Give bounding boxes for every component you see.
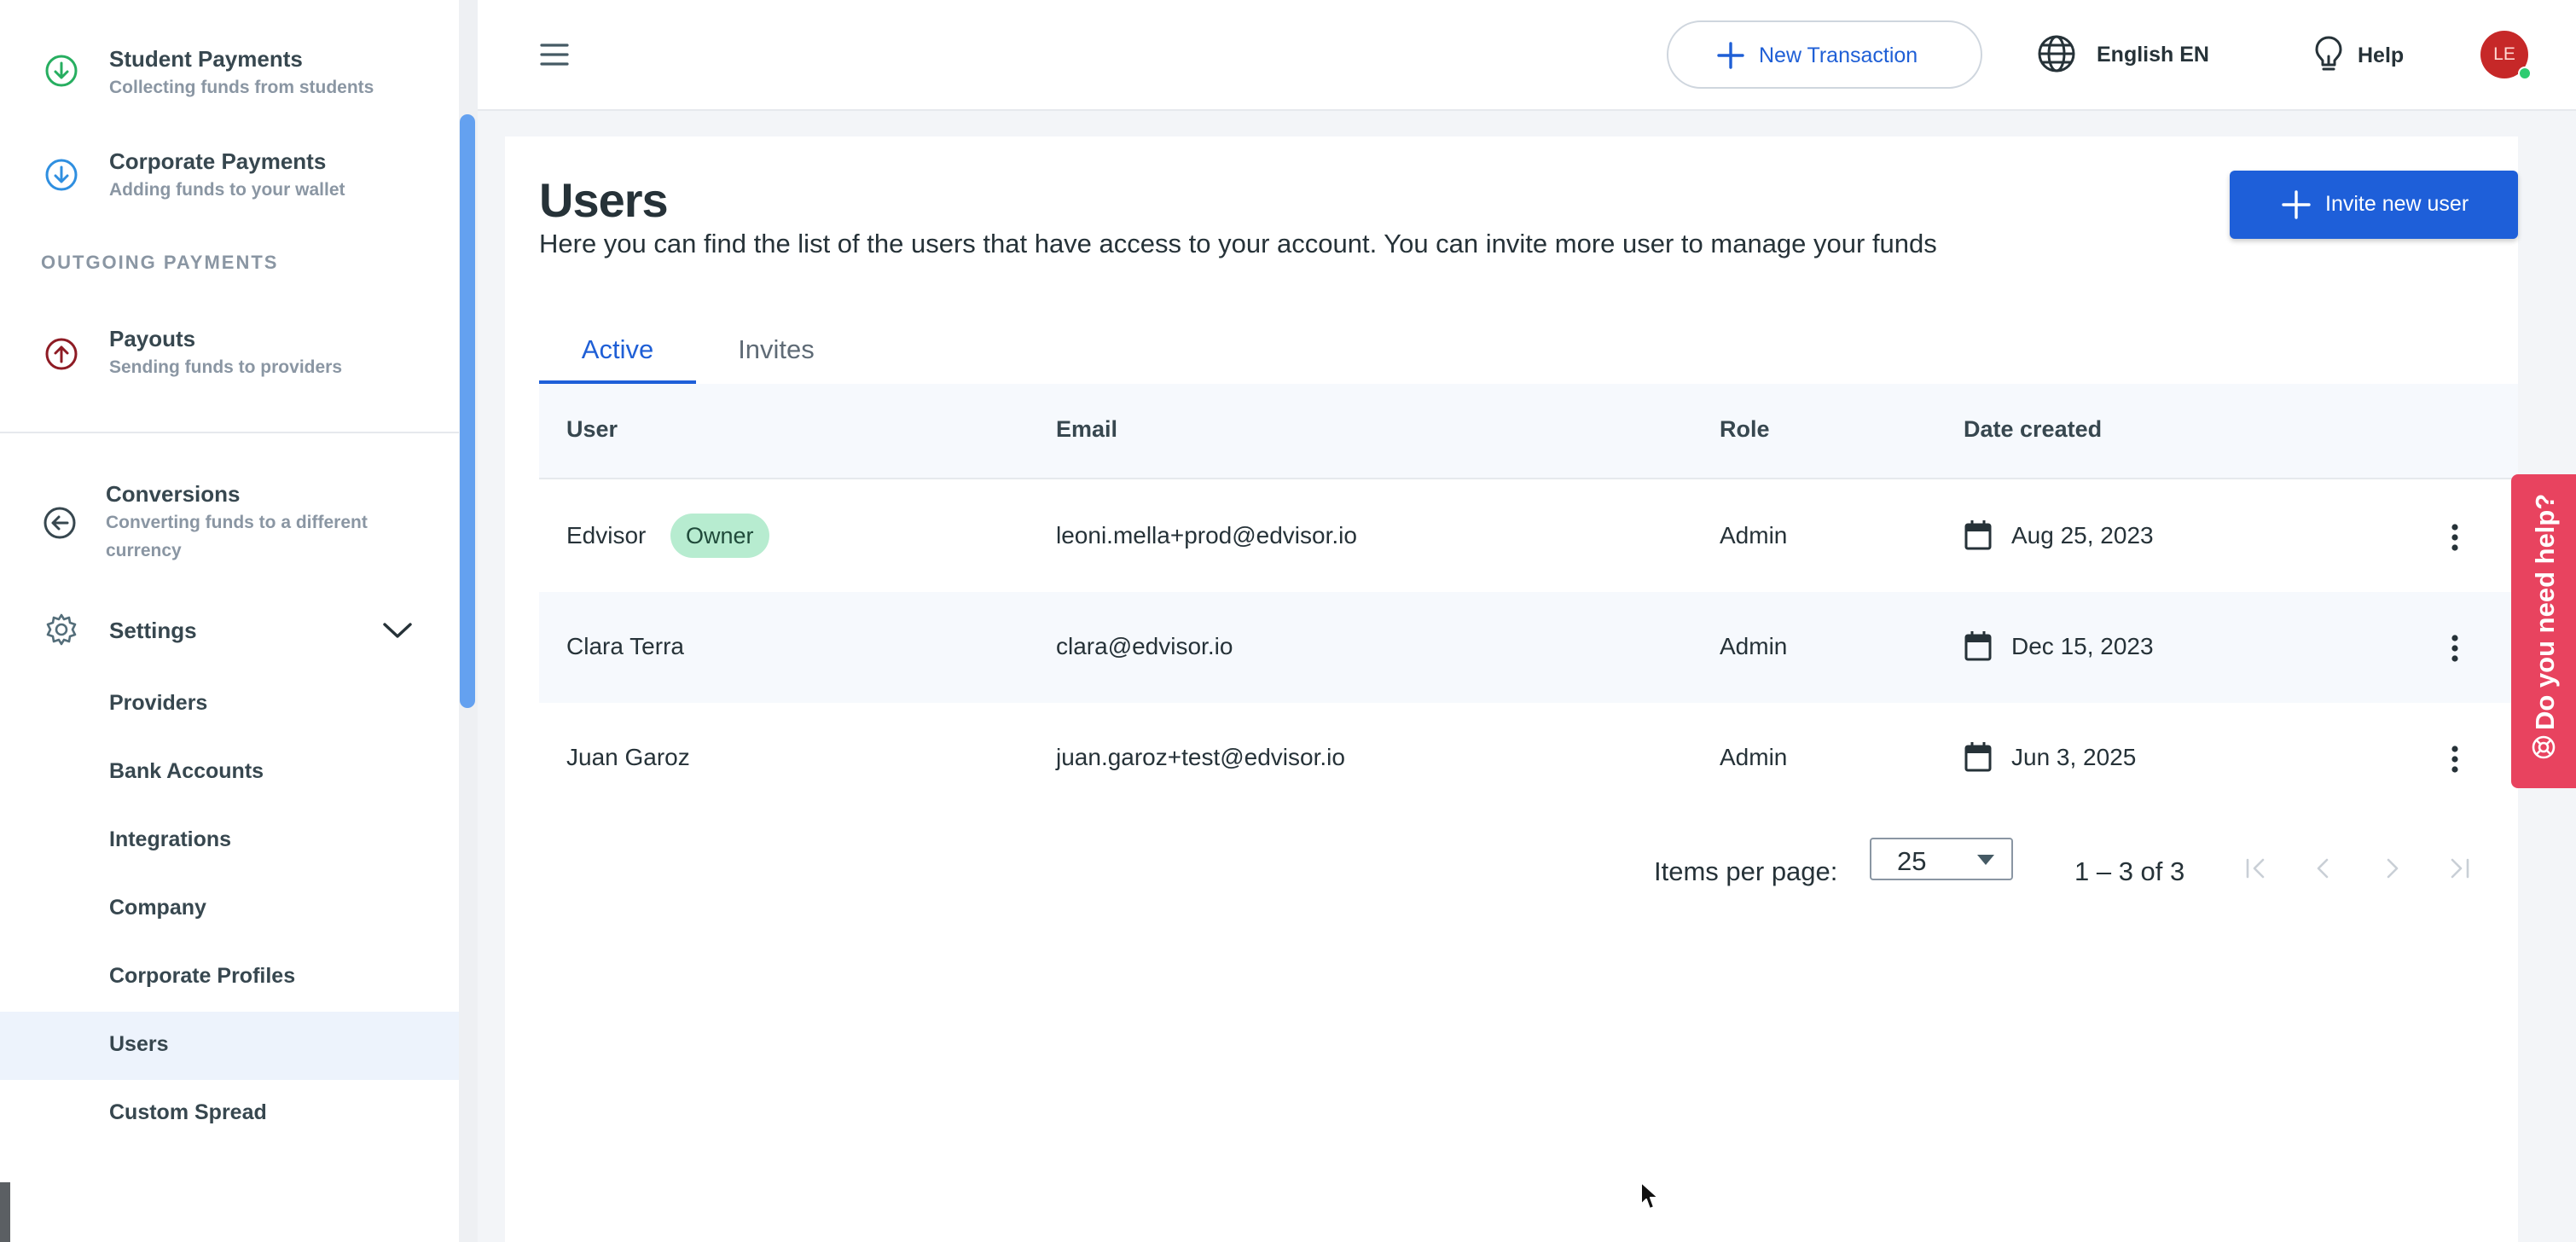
sidebar-item-payouts[interactable]: Payouts Sending funds to providers	[0, 317, 459, 394]
sidebar-item-conversions[interactable]: Conversions Converting funds to a differ…	[0, 478, 459, 572]
user-name: Edvisor	[566, 522, 647, 548]
sidebar-item-label: Integrations	[109, 827, 232, 851]
table-header: User Email Role Date created	[539, 384, 2518, 479]
user-role: Admin	[1720, 633, 1788, 659]
help-widget-label: Do you need help?	[2530, 493, 2560, 730]
date-created: Aug 25, 2023	[2011, 522, 2154, 548]
sidebar-item-label: Users	[109, 1032, 169, 1056]
pagination-range: 1 – 3 of 3	[2074, 856, 2185, 886]
arrow-down-circle-icon	[45, 55, 78, 87]
items-per-page-select[interactable]: 25	[1870, 838, 2013, 880]
online-status-dot	[2518, 67, 2532, 80]
sidebar-item-title: Corporate Payments	[109, 148, 327, 174]
invite-new-user-label: Invite new user	[2325, 192, 2469, 216]
dropdown-caret-icon	[1977, 855, 1994, 865]
previous-page-icon[interactable]	[2308, 853, 2339, 884]
table-row[interactable]: Clara Terra clara@edvisor.io Admin Dec 1…	[539, 592, 2518, 703]
more-options-icon[interactable]	[2438, 742, 2472, 776]
sidebar-item-label: Custom Spread	[109, 1100, 267, 1124]
sidebar-item-corporate-profiles[interactable]: Corporate Profiles	[0, 943, 459, 1012]
sidebar-item-subtitle: Sending funds to providers	[109, 357, 343, 377]
user-email: leoni.mella+prod@edvisor.io	[1056, 522, 1357, 548]
table-row[interactable]: Edvisor Owner leoni.mella+prod@edvisor.i…	[539, 481, 2518, 592]
page-description: Here you can find the list of the users …	[539, 229, 1937, 258]
user-role: Admin	[1720, 744, 1788, 770]
language-label: English EN	[2097, 43, 2209, 67]
lightbulb-icon	[2315, 36, 2342, 71]
arrow-left-circle-icon	[44, 507, 76, 539]
sidebar-item-title: Payouts	[109, 326, 196, 351]
tab-active[interactable]: Active	[539, 316, 696, 384]
user-name: Clara Terra	[566, 633, 684, 659]
sidebar-item-corporate-payments[interactable]: Corporate Payments Adding funds to your …	[0, 138, 459, 215]
arrow-up-circle-icon	[45, 338, 78, 370]
tab-invites[interactable]: Invites	[696, 316, 856, 384]
sidebar-divider	[0, 432, 459, 433]
sidebar-scrollbar-thumb[interactable]	[460, 114, 475, 708]
sidebar-item-integrations[interactable]: Integrations	[0, 807, 459, 875]
mouse-cursor-icon	[1640, 1181, 1659, 1210]
sidebar-item-title: Settings	[109, 618, 197, 643]
items-per-page-value: 25	[1897, 846, 1927, 876]
invite-new-user-button[interactable]: Invite new user	[2230, 171, 2518, 239]
more-options-icon[interactable]	[2438, 520, 2472, 554]
plus-icon	[1717, 42, 1744, 69]
help-widget-tab[interactable]: Do you need help?	[2511, 474, 2576, 788]
sidebar-item-company[interactable]: Company	[0, 875, 459, 943]
section-label-outgoing-payments: OUTGOING PAYMENTS	[41, 252, 279, 273]
sidebar-item-subtitle: Converting funds to a different	[106, 513, 368, 532]
next-page-icon[interactable]	[2376, 853, 2407, 884]
sidebar-item-label: Bank Accounts	[109, 759, 264, 783]
calendar-icon	[1964, 520, 1992, 550]
user-role: Admin	[1720, 522, 1788, 548]
top-bar: New Transaction English EN Help LE	[478, 0, 2576, 111]
help-label: Help	[2358, 44, 2405, 67]
items-per-page-label: Items per page:	[1654, 856, 1838, 886]
date-created: Dec 15, 2023	[2011, 633, 2154, 659]
sidebar-item-label: Company	[109, 896, 206, 920]
user-name: Juan Garoz	[566, 744, 690, 770]
column-header-user[interactable]: User	[566, 416, 618, 443]
owner-badge: Owner	[670, 514, 769, 558]
sidebar-item-title: Student Payments	[109, 46, 303, 72]
sidebar-item-subtitle: Adding funds to your wallet	[109, 180, 345, 200]
first-page-icon[interactable]	[2240, 853, 2271, 884]
column-header-role[interactable]: Role	[1720, 416, 1770, 443]
date-created: Jun 3, 2025	[2011, 744, 2137, 770]
last-page-icon[interactable]	[2445, 853, 2475, 884]
plus-icon	[2282, 190, 2311, 219]
sidebar-item-label: Corporate Profiles	[109, 964, 296, 988]
user-email: juan.garoz+test@edvisor.io	[1056, 744, 1345, 770]
calendar-icon	[1964, 742, 1992, 772]
column-header-email[interactable]: Email	[1056, 416, 1117, 443]
table-row[interactable]: Juan Garoz juan.garoz+test@edvisor.io Ad…	[539, 703, 2518, 814]
page-title: Users	[539, 173, 669, 227]
sidebar-item-student-payments[interactable]: Student Payments Collecting funds from s…	[0, 34, 459, 111]
arrow-down-circle-icon	[45, 159, 78, 191]
user-email: clara@edvisor.io	[1056, 633, 1233, 659]
users-card: Users Here you can find the list of the …	[505, 136, 2518, 1242]
window-edge-handle	[0, 1182, 10, 1242]
sidebar-item-users[interactable]: Users	[0, 1012, 459, 1080]
globe-icon	[2038, 35, 2075, 73]
new-transaction-button[interactable]: New Transaction	[1667, 20, 1982, 89]
sidebar-item-subtitle: currency	[106, 541, 182, 560]
sidebar: Student Payments Collecting funds from s…	[0, 0, 459, 1242]
calendar-icon	[1964, 631, 1992, 661]
sidebar-item-title: Conversions	[106, 481, 241, 507]
hamburger-menu-icon[interactable]	[537, 38, 571, 72]
more-options-icon[interactable]	[2438, 631, 2472, 665]
sidebar-item-bank-accounts[interactable]: Bank Accounts	[0, 739, 459, 807]
new-transaction-label: New Transaction	[1759, 44, 1918, 67]
sidebar-item-custom-spread[interactable]: Custom Spread	[0, 1080, 459, 1148]
lifebuoy-icon	[2532, 735, 2556, 759]
sidebar-item-providers[interactable]: Providers	[0, 670, 459, 739]
gear-icon	[46, 613, 77, 646]
column-header-date-created[interactable]: Date created	[1964, 416, 2102, 443]
sidebar-item-subtitle: Collecting funds from students	[109, 78, 374, 97]
sidebar-item-settings[interactable]: Settings	[0, 597, 459, 662]
sidebar-item-label: Providers	[109, 691, 208, 715]
chevron-down-icon[interactable]	[382, 621, 413, 640]
